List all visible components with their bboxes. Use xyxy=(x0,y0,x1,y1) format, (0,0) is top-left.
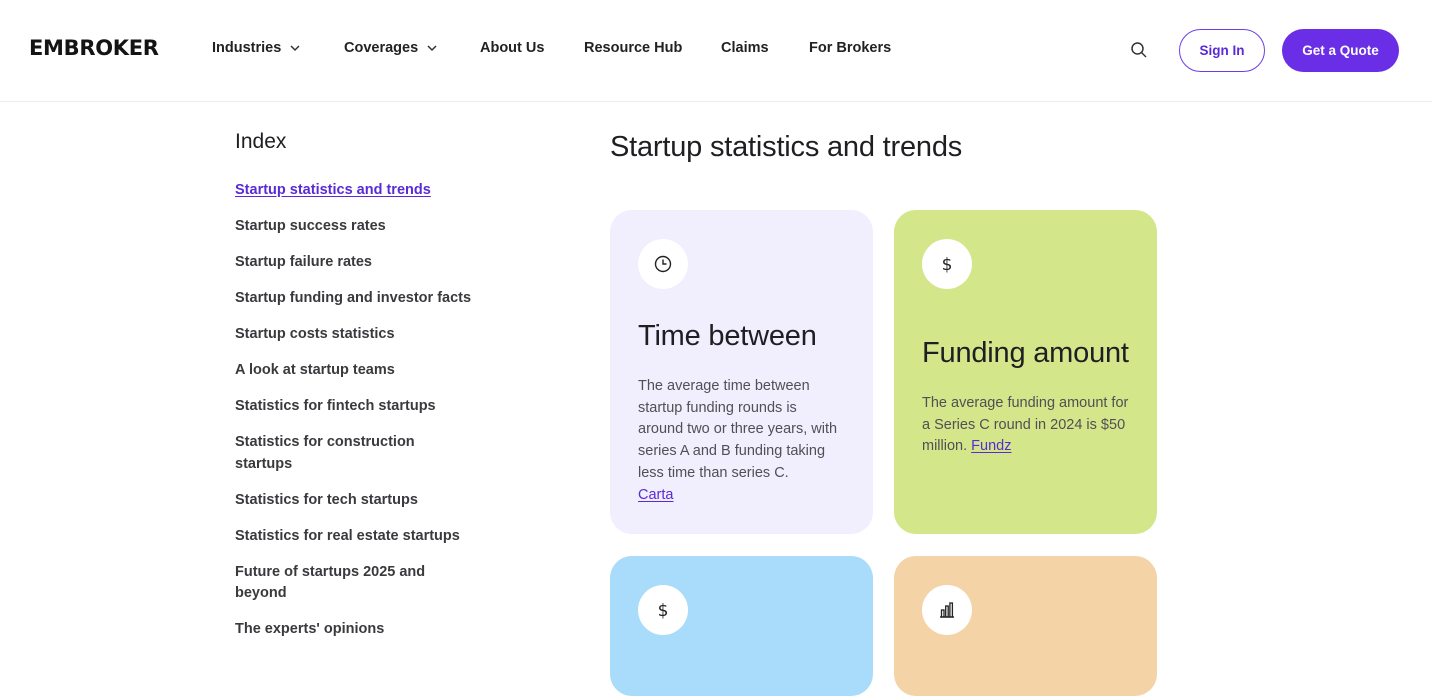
index-item-startup-success-rates[interactable]: Startup success rates xyxy=(235,216,475,238)
index-item-future-of-startups[interactable]: Future of startups 2025 and beyond xyxy=(235,562,475,605)
nav-industries-label: Industries xyxy=(212,40,282,56)
stat-card-time-between: Time between The average time between st… xyxy=(610,210,873,534)
index-item-real-estate-startups[interactable]: Statistics for real estate startups xyxy=(235,526,475,548)
index-list: Startup statistics and trends Startup su… xyxy=(235,180,475,655)
stat-card-funding-amount: $ Funding amount The average funding amo… xyxy=(894,210,1157,534)
chevron-down-icon xyxy=(290,45,300,52)
card-body-text: The average time between startup funding… xyxy=(638,378,838,481)
embroker-logo[interactable]: EMBROKER xyxy=(29,36,159,60)
index-item-startup-statistics-and-trends[interactable]: Startup statistics and trends xyxy=(235,180,475,202)
card-body: The average funding amount for a Series … xyxy=(922,393,1129,458)
nav-resource-hub-label: Resource Hub xyxy=(584,40,683,56)
nav-about-us-label: About Us xyxy=(480,40,545,56)
clock-icon xyxy=(638,239,688,289)
nav-for-brokers-label: For Brokers xyxy=(809,40,892,56)
site-header: EMBROKER Industries Coverages About Us R… xyxy=(0,0,1432,102)
card-body: The average time between startup funding… xyxy=(638,376,845,506)
index-item-startup-teams[interactable]: A look at startup teams xyxy=(235,360,475,382)
nav-industries[interactable]: Industries xyxy=(212,40,301,56)
source-link-carta[interactable]: Carta xyxy=(638,487,673,503)
source-link-fundz[interactable]: Fundz xyxy=(971,438,1011,454)
search-icon[interactable] xyxy=(1130,41,1148,59)
index-item-tech-startups[interactable]: Statistics for tech startups xyxy=(235,490,475,512)
bar-chart-icon xyxy=(922,585,972,635)
card-title: Time between xyxy=(638,320,817,352)
nav-claims[interactable]: Claims xyxy=(721,40,769,56)
index-item-startup-failure-rates[interactable]: Startup failure rates xyxy=(235,252,475,274)
index-title: Index xyxy=(235,130,287,153)
chevron-down-icon xyxy=(427,45,437,52)
dollar-icon: $ xyxy=(922,239,972,289)
nav-for-brokers[interactable]: For Brokers xyxy=(809,40,891,56)
nav-about-us[interactable]: About Us xyxy=(480,40,544,56)
stat-card-4 xyxy=(894,556,1157,696)
dollar-icon: $ xyxy=(638,585,688,635)
get-a-quote-button[interactable]: Get a Quote xyxy=(1282,29,1399,72)
index-item-experts-opinions[interactable]: The experts' opinions xyxy=(235,619,475,641)
index-item-startup-costs[interactable]: Startup costs statistics xyxy=(235,324,475,346)
card-title: Funding amount xyxy=(922,337,1129,369)
page-title: Startup statistics and trends xyxy=(610,131,963,163)
svg-text:$: $ xyxy=(658,601,669,621)
nav-coverages-label: Coverages xyxy=(344,40,419,56)
sign-in-button[interactable]: Sign In xyxy=(1179,29,1265,72)
index-item-startup-funding[interactable]: Startup funding and investor facts xyxy=(235,288,475,310)
svg-text:$: $ xyxy=(942,255,953,275)
nav-claims-label: Claims xyxy=(721,40,769,56)
nav-coverages[interactable]: Coverages xyxy=(344,40,438,56)
nav-resource-hub[interactable]: Resource Hub xyxy=(584,40,682,56)
index-item-fintech-startups[interactable]: Statistics for fintech startups xyxy=(235,396,475,418)
index-item-construction-startups[interactable]: Statistics for construction startups xyxy=(235,432,475,475)
stat-card-3: $ xyxy=(610,556,873,696)
card-body-text: The average funding amount for a Series … xyxy=(922,395,1129,455)
